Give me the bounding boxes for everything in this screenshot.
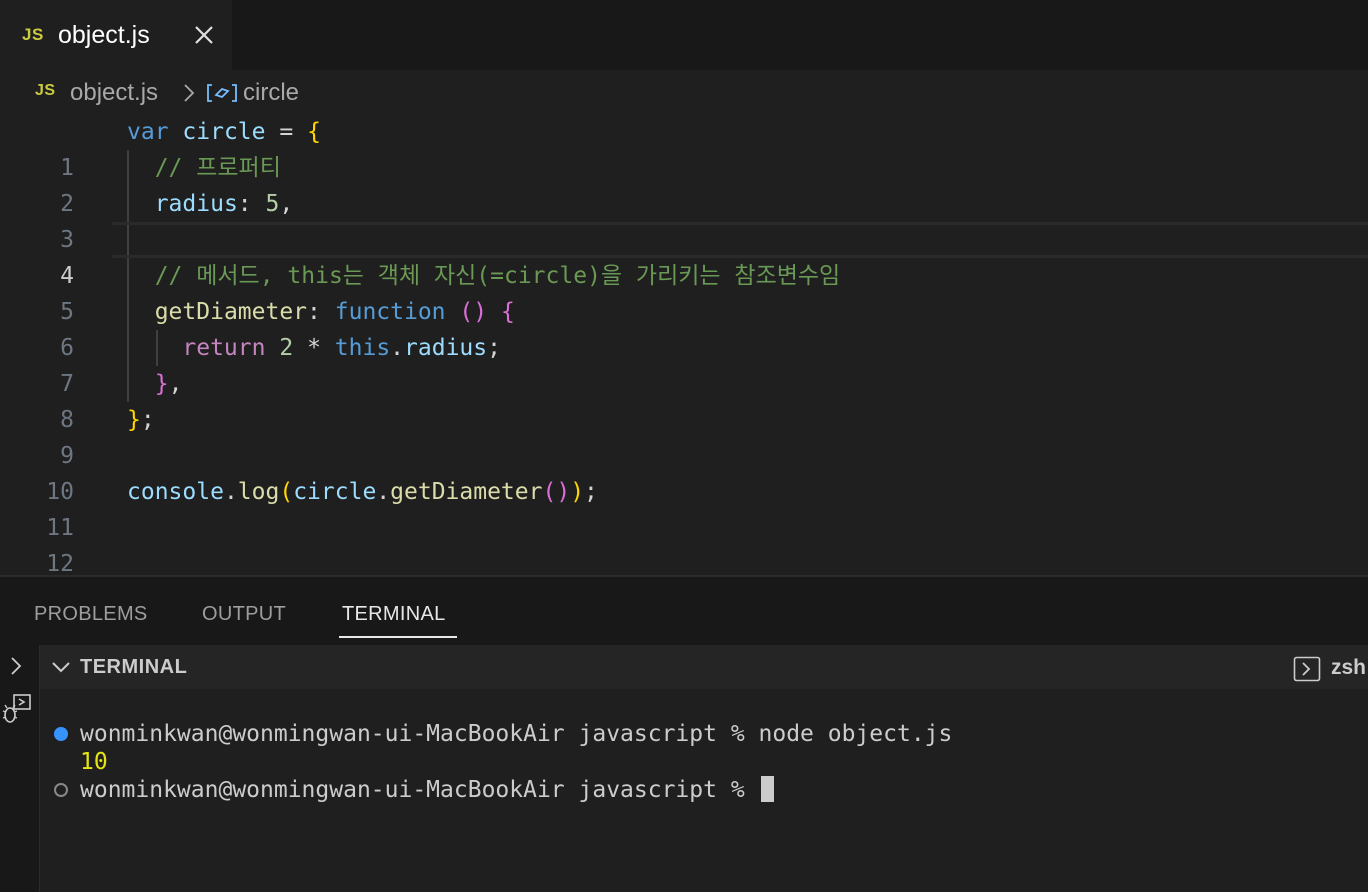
code-text: // 프로퍼티 bbox=[127, 155, 281, 181]
shell-name[interactable]: zsh bbox=[1331, 656, 1366, 680]
close-icon[interactable] bbox=[192, 22, 216, 48]
command-pending-decoration[interactable] bbox=[54, 783, 68, 797]
javascript-file-icon: JS bbox=[22, 25, 44, 44]
code-text: return 2 * this.radius; bbox=[182, 335, 501, 361]
active-tab-indicator bbox=[339, 636, 457, 638]
variable-icon bbox=[207, 84, 237, 102]
terminal-output[interactable]: wonminkwan@wonmingwan-ui-MacBookAir java… bbox=[40, 689, 1368, 892]
current-code-line[interactable]: 4 bbox=[0, 222, 1368, 289]
code-line[interactable]: 10 bbox=[0, 438, 1368, 505]
code-line[interactable]: 12 bbox=[0, 510, 1368, 577]
terminal-line: wonminkwan@wonmingwan-ui-MacBookAir java… bbox=[80, 720, 952, 748]
chevron-right-icon bbox=[184, 84, 195, 102]
terminal-program-output: 10 bbox=[80, 749, 108, 775]
tab-terminal[interactable]: TERMINAL bbox=[342, 603, 446, 626]
tab-output[interactable]: OUTPUT bbox=[202, 603, 286, 626]
code-line[interactable]: 6 getDiameter: function () { bbox=[0, 294, 1368, 361]
terminal-title[interactable]: TERMINAL bbox=[80, 656, 187, 679]
code-text: getDiameter: function () { bbox=[154, 299, 515, 325]
terminal-prompt: wonminkwan@wonmingwan-ui-MacBookAir java… bbox=[80, 777, 759, 803]
chevron-down-icon[interactable] bbox=[50, 659, 72, 675]
code-line[interactable]: 8 }, bbox=[0, 366, 1368, 433]
breadcrumb-file[interactable]: object.js bbox=[70, 79, 158, 107]
code-text: console.log(circle.getDiameter()); bbox=[127, 479, 598, 505]
breadcrumb-symbol[interactable]: circle bbox=[243, 79, 299, 107]
terminal-line: wonminkwan@wonmingwan-ui-MacBookAir java… bbox=[80, 776, 774, 804]
code-text: }, bbox=[154, 371, 183, 397]
terminal-header: TERMINAL zsh bbox=[40, 645, 1368, 689]
code-line[interactable]: 1 var circle = { bbox=[0, 114, 1368, 181]
code-text: var circle = { bbox=[127, 119, 321, 145]
terminal-icon bbox=[1293, 656, 1321, 682]
tab-problems[interactable]: PROBLEMS bbox=[34, 603, 148, 626]
panel-tab-bar: PROBLEMS OUTPUT TERMINAL bbox=[0, 577, 1368, 645]
tab-label: object.js bbox=[58, 21, 150, 49]
debug-console-icon[interactable] bbox=[0, 693, 34, 727]
code-line[interactable]: 3 radius: 5, bbox=[0, 186, 1368, 253]
code-line[interactable]: 11 console.log(circle.getDiameter()); bbox=[0, 474, 1368, 541]
breadcrumb: JS object.js circle bbox=[0, 72, 1368, 112]
panel-activity-bar bbox=[0, 645, 40, 892]
terminal-command: node object.js bbox=[758, 721, 953, 747]
code-line[interactable]: 7 return 2 * this.radius; bbox=[0, 330, 1368, 397]
code-text: radius: 5, bbox=[154, 191, 294, 217]
terminal-cursor bbox=[760, 776, 774, 802]
terminal-prompt: wonminkwan@wonmingwan-ui-MacBookAir java… bbox=[80, 721, 759, 747]
code-line[interactable]: 5 // 메서드, this는 객체 자신(=circle)을 가리키는 참조변… bbox=[0, 258, 1368, 325]
code-text: }; bbox=[127, 407, 155, 433]
javascript-file-icon: JS bbox=[35, 82, 56, 99]
editor-tab-bar: JS object.js bbox=[0, 0, 1368, 70]
code-editor[interactable]: 1 var circle = { 2 // 프로퍼티 3 radius: 5, … bbox=[0, 114, 1368, 577]
code-line[interactable]: 2 // 프로퍼티 bbox=[0, 150, 1368, 217]
chevron-right-icon[interactable] bbox=[6, 655, 26, 677]
tab-object-js[interactable]: JS object.js bbox=[0, 0, 232, 70]
code-line[interactable]: 9 }; bbox=[0, 402, 1368, 469]
code-text: // 메서드, this는 객체 자신(=circle)을 가리키는 참조변수임 bbox=[127, 263, 841, 289]
command-success-decoration[interactable] bbox=[54, 727, 68, 741]
